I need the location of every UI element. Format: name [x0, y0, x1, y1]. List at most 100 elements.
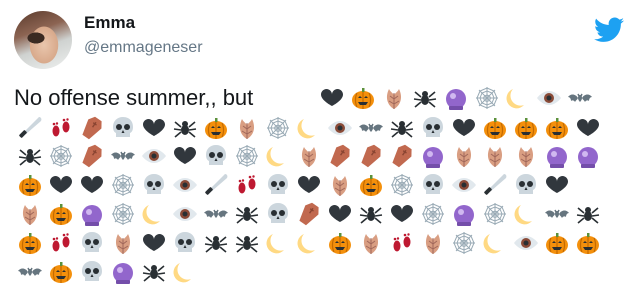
crystal-ball-icon: [76, 199, 107, 229]
author-handle[interactable]: @emmageneser: [84, 39, 203, 57]
jack-o-lantern-icon: [510, 113, 541, 143]
emoji-row: [14, 141, 603, 171]
spider-web-icon: [471, 83, 502, 113]
fallen-leaf-icon: [378, 83, 409, 113]
crescent-moon-icon: [479, 228, 510, 258]
fallen-leaf-icon: [448, 141, 479, 171]
footprints-icon: [386, 228, 417, 258]
spider-web-icon: [262, 113, 293, 143]
emoji-row: [316, 83, 595, 113]
crystal-ball-icon: [448, 199, 479, 229]
black-heart-icon: [138, 113, 169, 143]
jack-o-lantern-icon: [572, 228, 603, 258]
spider-icon: [200, 228, 231, 258]
bat-icon: [355, 113, 386, 143]
black-heart-icon: [541, 170, 572, 200]
black-heart-icon: [76, 170, 107, 200]
jack-o-lantern-icon: [45, 257, 76, 287]
knife-icon: [14, 113, 45, 143]
black-heart-icon: [572, 113, 603, 143]
crescent-moon-icon: [510, 199, 541, 229]
fallen-leaf-icon: [231, 113, 262, 143]
eye-icon: [169, 199, 200, 229]
emoji-row: [14, 228, 603, 258]
jack-o-lantern-icon: [200, 113, 231, 143]
skull-icon: [262, 199, 293, 229]
fallen-leaf-icon: [14, 199, 45, 229]
spider-icon: [231, 228, 262, 258]
jack-o-lantern-icon: [324, 228, 355, 258]
crescent-moon-icon: [262, 141, 293, 171]
author-name[interactable]: Emma: [84, 13, 135, 33]
spider-web-icon: [107, 170, 138, 200]
skull-icon: [200, 141, 231, 171]
skull-icon: [169, 228, 200, 258]
eye-icon: [169, 170, 200, 200]
fallen-leaf-icon: [107, 228, 138, 258]
crystal-ball-icon: [541, 141, 572, 171]
coffin-icon: [324, 141, 355, 171]
spider-icon: [138, 257, 169, 287]
eye-icon: [533, 83, 564, 113]
jack-o-lantern-icon: [355, 170, 386, 200]
bat-icon: [107, 141, 138, 171]
spider-icon: [231, 199, 262, 229]
eye-icon: [448, 170, 479, 200]
emoji-row: [14, 257, 200, 287]
black-heart-icon: [138, 228, 169, 258]
eye-icon: [324, 113, 355, 143]
fallen-leaf-icon: [479, 141, 510, 171]
emoji-row: [14, 199, 603, 229]
skull-icon: [417, 113, 448, 143]
jack-o-lantern-icon: [541, 113, 572, 143]
bat-icon: [541, 199, 572, 229]
bat-icon: [14, 257, 45, 287]
eye-icon: [138, 141, 169, 171]
spider-web-icon: [417, 199, 448, 229]
spider-icon: [14, 141, 45, 171]
emoji-row: [14, 170, 572, 200]
crystal-ball-icon: [572, 141, 603, 171]
spider-icon: [355, 199, 386, 229]
jack-o-lantern-icon: [479, 113, 510, 143]
fallen-leaf-icon: [293, 141, 324, 171]
black-heart-icon: [316, 83, 347, 113]
avatar[interactable]: [14, 11, 72, 69]
crescent-moon-icon: [169, 257, 200, 287]
fallen-leaf-icon: [417, 228, 448, 258]
skull-icon: [107, 113, 138, 143]
coffin-icon: [76, 141, 107, 171]
jack-o-lantern-icon: [45, 199, 76, 229]
black-heart-icon: [324, 199, 355, 229]
knife-icon: [200, 170, 231, 200]
spider-icon: [386, 113, 417, 143]
fallen-leaf-icon: [355, 228, 386, 258]
skull-icon: [138, 170, 169, 200]
jack-o-lantern-icon: [541, 228, 572, 258]
spider-web-icon: [448, 228, 479, 258]
skull-icon: [76, 228, 107, 258]
bat-icon: [564, 83, 595, 113]
coffin-icon: [386, 141, 417, 171]
jack-o-lantern-icon: [14, 170, 45, 200]
knife-icon: [479, 170, 510, 200]
black-heart-icon: [293, 170, 324, 200]
crescent-moon-icon: [293, 113, 324, 143]
spider-icon: [169, 113, 200, 143]
spider-web-icon: [107, 199, 138, 229]
coffin-icon: [76, 113, 107, 143]
crescent-moon-icon: [138, 199, 169, 229]
footprints-icon: [231, 170, 262, 200]
coffin-icon: [293, 199, 324, 229]
spider-web-icon: [45, 141, 76, 171]
crescent-moon-icon: [262, 228, 293, 258]
eye-icon: [510, 228, 541, 258]
twitter-bird-icon[interactable]: [594, 17, 624, 43]
spider-icon: [572, 199, 603, 229]
skull-icon: [76, 257, 107, 287]
spider-web-icon: [479, 199, 510, 229]
skull-icon: [510, 170, 541, 200]
crystal-ball-icon: [107, 257, 138, 287]
coffin-icon: [355, 141, 386, 171]
jack-o-lantern-icon: [14, 228, 45, 258]
